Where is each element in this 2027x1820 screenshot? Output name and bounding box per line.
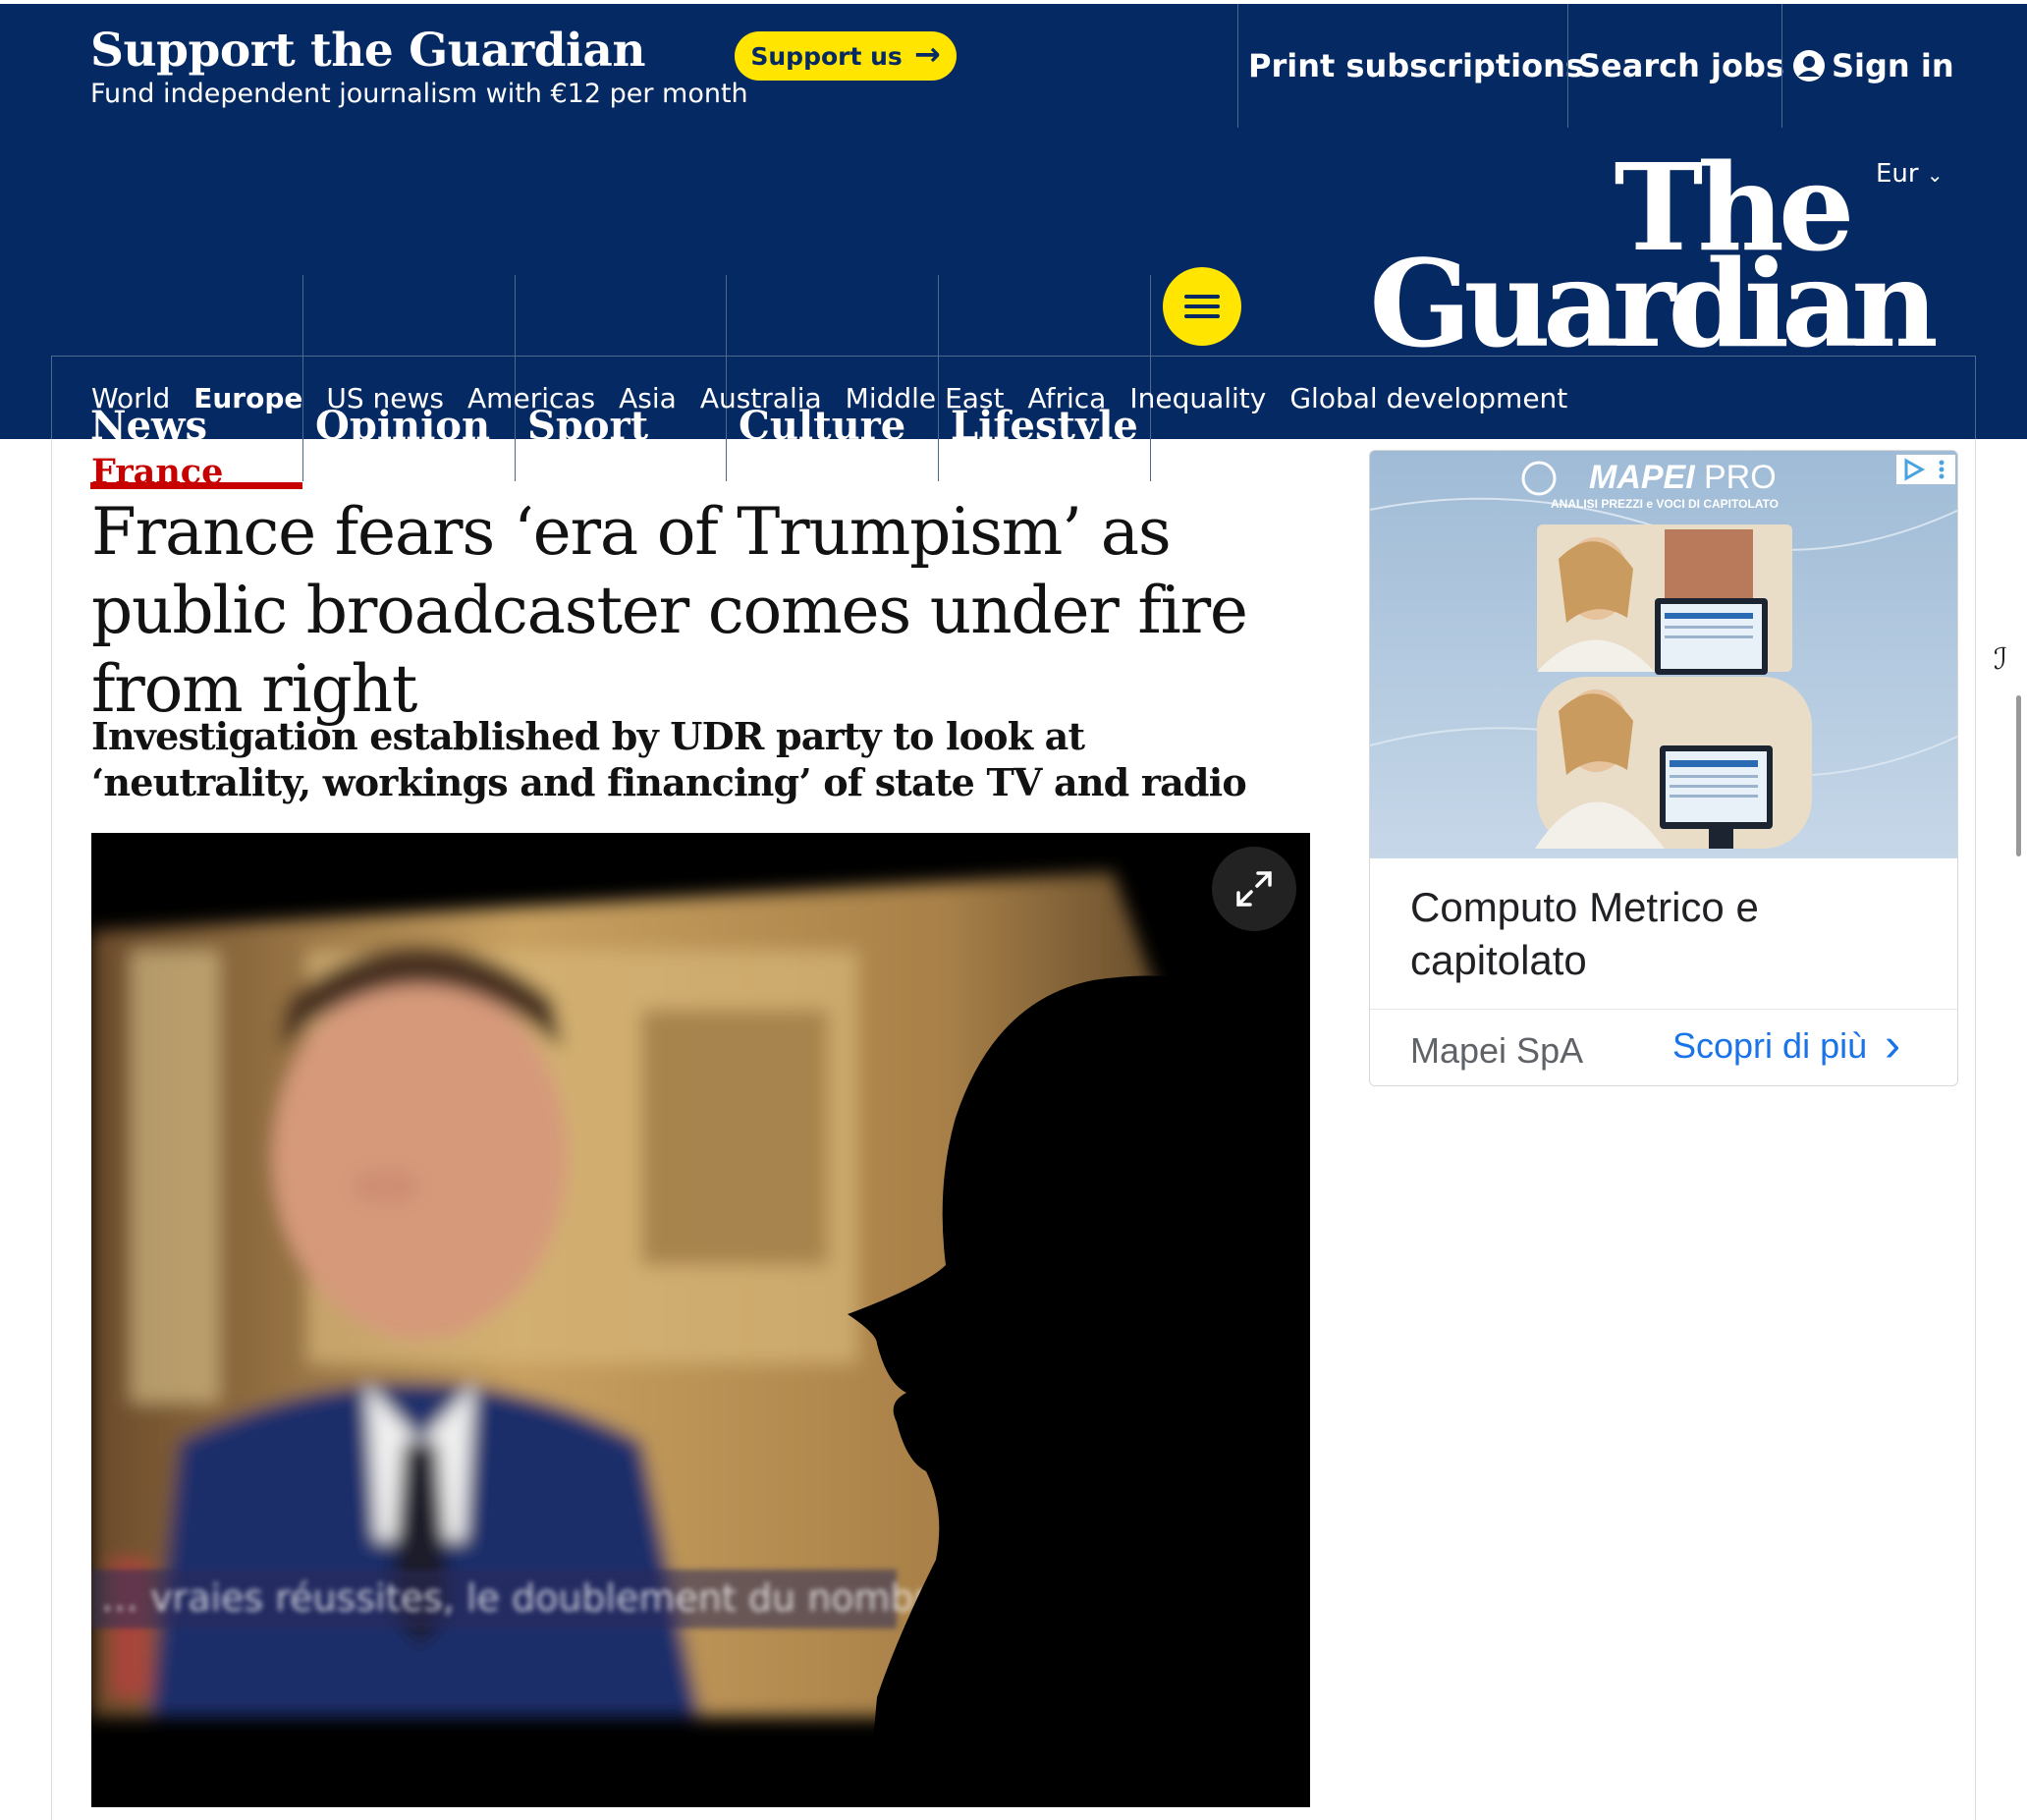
print-subscriptions-label: Print subscriptions <box>1248 47 1584 84</box>
hamburger-icon <box>1184 295 1220 299</box>
subnav-us-news[interactable]: US news <box>326 382 444 414</box>
menu-button[interactable] <box>1163 267 1241 346</box>
advertisement[interactable]: MAPEI PRO ANALISI PREZZI e VOCI DI CAPIT… <box>1369 450 1958 1086</box>
article-headline: France fears ‘era of Trumpism’ as public… <box>91 494 1248 727</box>
subnav-africa[interactable]: Africa <box>1027 382 1106 414</box>
ad-image[interactable]: MAPEI PRO ANALISI PREZZI e VOCI DI CAPIT… <box>1370 451 1957 858</box>
ad-tagline: ANALISI PREZZI e VOCI DI CAPITOLATO <box>1551 497 1779 511</box>
ad-advertiser: Mapei SpA <box>1410 1030 1584 1071</box>
print-subscriptions-link[interactable]: Print subscriptions <box>1237 4 1584 128</box>
chevron-right-icon: › <box>1885 1020 1901 1072</box>
main-photo: … vraies réussites, le doublement du nom… <box>91 833 1310 1807</box>
search-jobs-link[interactable]: Search jobs <box>1567 4 1784 128</box>
subnav-americas[interactable]: Americas <box>467 382 595 414</box>
support-us-label: Support us <box>750 41 903 71</box>
subnav-australia[interactable]: Australia <box>700 382 822 414</box>
section-kicker[interactable]: France <box>91 452 223 492</box>
subnav-middle-east[interactable]: Middle East <box>846 382 1005 414</box>
subnav-world[interactable]: World <box>91 382 170 414</box>
support-us-button[interactable]: Support us → <box>735 31 957 81</box>
expand-image-button[interactable] <box>1212 847 1296 931</box>
support-bar: Support the Guardian Fund independent jo… <box>0 0 2027 128</box>
arrow-right-icon: → <box>913 35 941 73</box>
subnav-asia[interactable]: Asia <box>619 382 677 414</box>
article-standfirst: Investigation established by UDR party t… <box>91 714 1247 804</box>
subnav-inequality[interactable]: Inequality <box>1129 382 1266 414</box>
sign-in-label: Sign in <box>1832 47 1954 84</box>
ad-title[interactable]: Computo Metrico e capitolato <box>1410 881 1921 987</box>
content-border-left <box>51 439 52 1820</box>
ad-cta-link[interactable]: Scopri di più › <box>1672 1020 1901 1072</box>
adchoices-icon[interactable] <box>1896 455 1955 484</box>
expand-icon <box>1236 871 1272 907</box>
search-jobs-label: Search jobs <box>1578 47 1784 84</box>
guardian-logo[interactable]: The Guardian <box>1360 141 1940 377</box>
ad-illustration: MAPEI PRO ANALISI PREZZI e VOCI DI CAPIT… <box>1370 451 1957 858</box>
screen-subtitle: … vraies réussites, le doublement du nom… <box>101 1576 1001 1620</box>
ad-divider <box>1370 1009 1957 1010</box>
sign-in-link[interactable]: Sign in <box>1781 4 1978 128</box>
scrollbar-thumb[interactable] <box>2016 695 2021 856</box>
ad-brand-suffix: PRO <box>1704 459 1777 496</box>
subnav: World Europe US news Americas Asia Austr… <box>51 356 1976 439</box>
scroll-marker: ℐ <box>1994 642 2008 677</box>
logo-line-2: Guardian <box>1369 233 1936 374</box>
content-border-right <box>1975 439 1976 1820</box>
ad-cta-label: Scopri di più <box>1672 1025 1868 1066</box>
support-title: Support the Guardian <box>90 24 646 78</box>
article-main-image[interactable]: … vraies réussites, le doublement du nom… <box>91 833 1310 1807</box>
subnav-global-development[interactable]: Global development <box>1289 382 1567 414</box>
support-subtitle: Fund independent journalism with €12 per… <box>90 79 748 109</box>
ad-brand: MAPEI <box>1589 459 1696 496</box>
user-icon <box>1793 50 1825 82</box>
subnav-europe[interactable]: Europe <box>193 382 302 414</box>
